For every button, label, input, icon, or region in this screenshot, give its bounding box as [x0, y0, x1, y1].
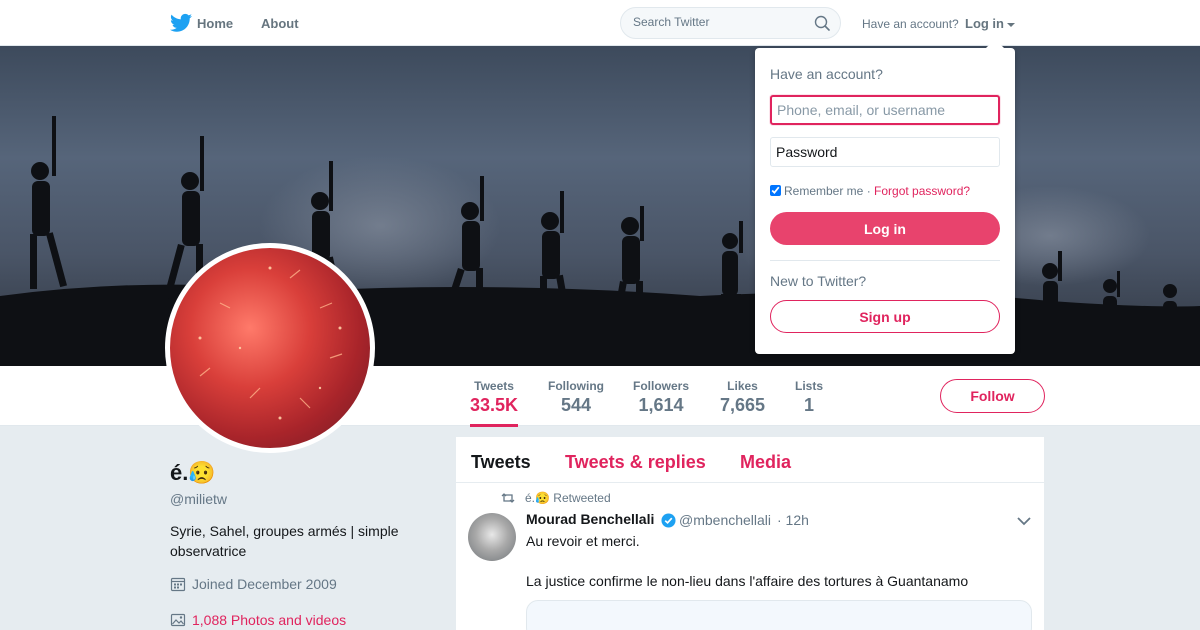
- stat-label: Likes: [727, 379, 758, 393]
- nav-about-link[interactable]: About: [261, 16, 299, 31]
- forgot-password-link[interactable]: Forgot password?: [874, 184, 970, 198]
- tweet[interactable]: é.😥 Retweeted Mourad Benchellali @mbench…: [456, 483, 1044, 630]
- caret-down-icon: [1007, 22, 1015, 27]
- signup-button[interactable]: Sign up: [770, 300, 1000, 333]
- timeline: Tweets Tweets & replies Media é.😥 Retwee…: [456, 437, 1044, 630]
- tweet-text-line: La justice confirme le non-lieu dans l'a…: [526, 573, 969, 589]
- tab-media[interactable]: Media: [740, 452, 791, 473]
- tweet-author-name[interactable]: Mourad Benchellali: [526, 511, 654, 527]
- stat-value: 33.5K: [470, 395, 519, 415]
- profile-bio: Syrie, Sahel, groupes armés | simple obs…: [170, 523, 399, 559]
- stat-label: Lists: [795, 379, 824, 393]
- nav-home-link[interactable]: Home: [197, 16, 233, 31]
- profile-photos-link[interactable]: 1,088 Photos and videos: [170, 612, 346, 628]
- image-icon: [170, 613, 186, 627]
- search-box: [620, 7, 841, 39]
- password-field[interactable]: [770, 137, 1000, 167]
- stat-likes[interactable]: Likes 7,665: [720, 379, 765, 416]
- stat-followers[interactable]: Followers 1,614: [633, 379, 689, 416]
- search-input[interactable]: [633, 15, 813, 29]
- remember-me: Remember me · Forgot password?: [770, 184, 970, 198]
- stat-following[interactable]: Following 544: [548, 379, 604, 416]
- follow-button[interactable]: Follow: [940, 379, 1045, 413]
- stat-value: 1: [804, 395, 815, 415]
- have-account-text: Have an account?: [862, 17, 959, 31]
- profile-display-name[interactable]: é.😥: [170, 460, 216, 486]
- profile-joined: Joined December 2009: [170, 576, 337, 592]
- search-icon[interactable]: [814, 15, 830, 31]
- tweet-author-avatar[interactable]: [468, 513, 516, 561]
- stat-value: 7,665: [720, 395, 766, 415]
- dropdown-title: Have an account?: [770, 66, 883, 82]
- verified-badge-icon: [661, 513, 676, 528]
- stat-value: 1,614: [638, 395, 684, 415]
- retweeted-by-text[interactable]: é.😥 Retweeted: [525, 491, 611, 505]
- login-label: Log in: [965, 16, 1004, 31]
- stat-value: 544: [560, 395, 592, 415]
- remember-me-checkbox[interactable]: [770, 185, 781, 196]
- remember-separator: ·: [863, 184, 875, 198]
- photos-text: 1,088 Photos and videos: [192, 612, 347, 628]
- stat-label: Tweets: [474, 379, 514, 393]
- top-navigation: Home About Have an account? Log in: [0, 0, 1200, 46]
- twitter-bird-icon[interactable]: [170, 13, 192, 33]
- login-dropdown: Have an account? Remember me · Forgot pa…: [755, 39, 1015, 354]
- stat-lists[interactable]: Lists 1: [795, 379, 823, 416]
- new-to-twitter-text: New to Twitter?: [770, 273, 867, 289]
- tweet-author-handle[interactable]: @mbenchellali: [679, 512, 771, 528]
- username-field[interactable]: [770, 95, 1000, 125]
- stat-tweets[interactable]: Tweets 33.5K: [470, 379, 519, 427]
- stat-label: Following: [548, 379, 604, 393]
- tab-tweets-replies[interactable]: Tweets & replies: [565, 452, 706, 473]
- retweet-icon: [501, 493, 515, 503]
- profile-avatar[interactable]: [165, 243, 375, 453]
- tab-tweets[interactable]: Tweets: [471, 452, 531, 473]
- avatar-sparks: [198, 266, 343, 420]
- tweet-link-card[interactable]: [526, 600, 1032, 630]
- chevron-down-icon[interactable]: [1017, 517, 1031, 526]
- joined-text: Joined December 2009: [192, 576, 337, 592]
- calendar-icon: [170, 577, 186, 592]
- remember-me-label: Remember me: [784, 184, 864, 198]
- profile-screen-name[interactable]: @milietw: [170, 491, 227, 507]
- divider: [770, 260, 1000, 261]
- login-menu-toggle[interactable]: Log in: [965, 16, 1015, 31]
- login-button[interactable]: Log in: [770, 212, 1000, 245]
- tweet-timestamp[interactable]: · 12h: [777, 512, 809, 528]
- stat-label: Followers: [633, 379, 690, 393]
- timeline-tabs: Tweets Tweets & replies Media: [456, 437, 1044, 483]
- tweet-text-line: Au revoir et merci.: [526, 533, 640, 549]
